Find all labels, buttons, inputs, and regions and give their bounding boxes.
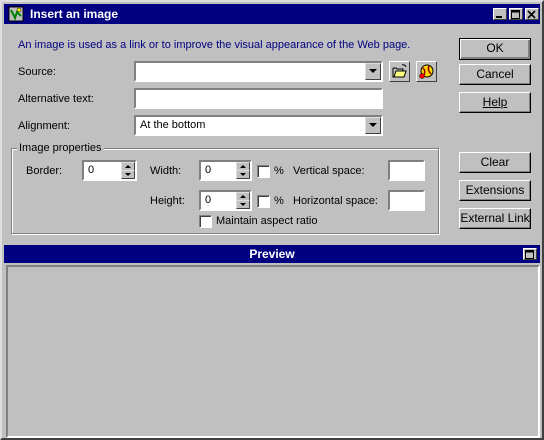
- border-spin-down-button[interactable]: [121, 170, 135, 179]
- maximize-button[interactable]: [509, 8, 523, 20]
- border-spinner[interactable]: 0: [82, 160, 137, 181]
- border-label: Border:: [26, 165, 63, 177]
- width-label: Width:: [150, 165, 182, 177]
- vertical-space-input[interactable]: [388, 160, 425, 181]
- image-properties-label: Image properties: [17, 142, 104, 154]
- height-percent-label: %: [274, 195, 284, 207]
- maximize-icon: [511, 10, 520, 19]
- alignment-label: Alignment:: [18, 120, 70, 132]
- alignment-dropdown-button[interactable]: [365, 117, 381, 134]
- web-button[interactable]: [416, 61, 437, 82]
- window-title: Insert an image: [30, 7, 119, 21]
- height-spin-down-button[interactable]: [236, 200, 250, 209]
- alignment-select[interactable]: At the bottom: [134, 115, 383, 136]
- source-dropdown-button[interactable]: [365, 63, 381, 80]
- source-label: Source:: [18, 66, 56, 78]
- minimize-button[interactable]: [493, 8, 507, 20]
- web-globe-icon: [419, 64, 434, 79]
- dialog-description: An image is used as a link or to improve…: [18, 39, 411, 51]
- maintain-aspect-label: Maintain aspect ratio: [216, 215, 318, 227]
- height-label: Height:: [150, 195, 185, 207]
- cancel-button[interactable]: Cancel: [459, 64, 531, 85]
- help-button-label: Help: [482, 95, 508, 109]
- width-value: 0: [205, 164, 212, 176]
- ok-button[interactable]: OK: [459, 38, 531, 60]
- height-spinner[interactable]: 0: [199, 190, 252, 211]
- height-value: 0: [205, 194, 212, 206]
- horizontal-space-label: Horizontal space:: [293, 195, 378, 207]
- insert-image-dialog: Insert an image An image is used as a li…: [0, 0, 544, 440]
- minimize-icon: [496, 16, 502, 18]
- horizontal-space-input[interactable]: [388, 190, 425, 211]
- preview-toggle-button[interactable]: [523, 248, 537, 260]
- height-percent-checkbox[interactable]: [257, 195, 270, 208]
- alt-text-input[interactable]: [134, 88, 383, 109]
- help-button[interactable]: Help: [459, 92, 531, 113]
- title-bar[interactable]: Insert an image: [4, 4, 540, 24]
- maintain-aspect-checkbox[interactable]: [199, 215, 212, 228]
- preview-header: Preview: [4, 245, 540, 263]
- width-percent-checkbox[interactable]: [257, 165, 270, 178]
- width-spinner[interactable]: 0: [199, 160, 252, 181]
- folder-open-icon: [392, 64, 407, 78]
- alt-text-label: Alternative text:: [18, 93, 94, 105]
- external-link-button[interactable]: External Link: [459, 208, 531, 229]
- width-spin-down-button[interactable]: [236, 170, 250, 179]
- close-button[interactable]: [525, 8, 539, 20]
- close-icon: [527, 10, 536, 19]
- app-icon: [8, 6, 24, 22]
- preview-title: Preview: [249, 247, 295, 261]
- alignment-value: At the bottom: [140, 119, 206, 131]
- preview-area: [6, 265, 540, 438]
- border-value: 0: [88, 164, 95, 176]
- clear-button[interactable]: Clear: [459, 152, 531, 173]
- panel-toggle-icon: [525, 250, 534, 259]
- width-percent-label: %: [274, 165, 284, 177]
- extensions-button[interactable]: Extensions: [459, 180, 531, 201]
- vertical-space-label: Vertical space:: [293, 165, 365, 177]
- source-combobox[interactable]: [134, 61, 383, 82]
- browse-button[interactable]: [389, 61, 410, 82]
